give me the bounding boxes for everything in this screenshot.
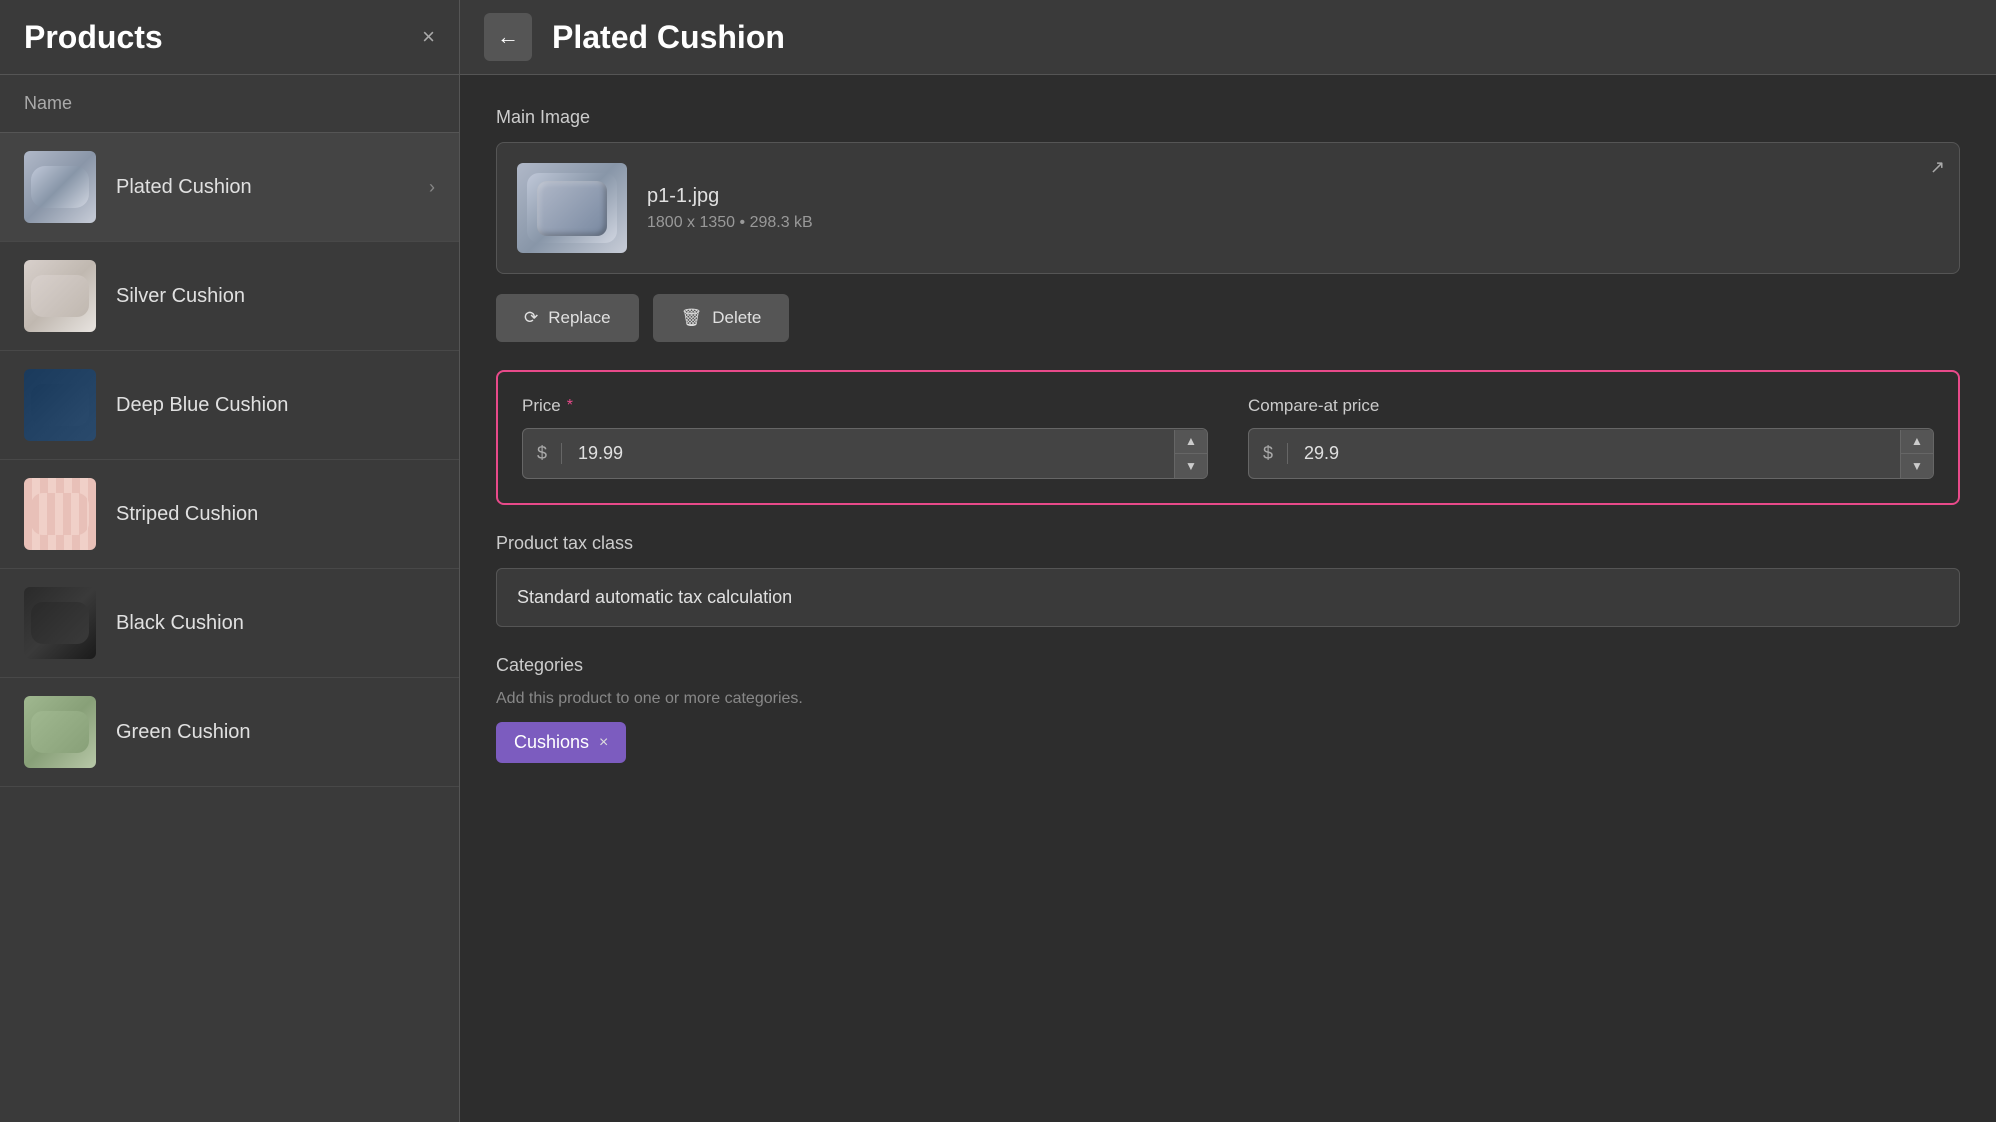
- sidebar-item-plated[interactable]: Plated Cushion ›: [0, 133, 459, 242]
- main-content: Name Plated Cushion › Silver Cushion Dee…: [0, 75, 1996, 1122]
- sidebar: Name Plated Cushion › Silver Cushion Dee…: [0, 75, 460, 1122]
- sidebar-column-name-label: Name: [24, 93, 72, 113]
- chevron-right-icon: ›: [429, 177, 435, 198]
- image-card: p1-1.jpg 1800 x 1350 • 298.3 kB ↗: [496, 142, 1960, 274]
- categories-section: Categories Add this product to one or mo…: [496, 655, 1960, 763]
- compare-price-label-text: Compare-at price: [1248, 396, 1379, 416]
- product-name-silver: Silver Cushion: [116, 285, 435, 308]
- compare-price-input[interactable]: [1288, 429, 1900, 478]
- compare-spinner-up[interactable]: ▲: [1901, 430, 1933, 454]
- tax-section: Product tax class Standard automatic tax…: [496, 533, 1960, 627]
- price-spinners: ▲ ▼: [1174, 430, 1207, 478]
- price-input-wrapper: $ ▲ ▼: [522, 428, 1208, 479]
- category-tag-close-icon[interactable]: ×: [599, 734, 608, 752]
- delete-icon: 🗑: [681, 308, 703, 328]
- thumbnail-green: [24, 696, 96, 768]
- product-name-green: Green Cushion: [116, 721, 435, 744]
- sidebar-item-deepblue[interactable]: Deep Blue Cushion: [0, 351, 459, 460]
- thumbnail-deepblue: [24, 369, 96, 441]
- product-name-black: Black Cushion: [116, 612, 435, 635]
- compare-currency: $: [1249, 443, 1288, 464]
- sidebar-item-black[interactable]: Black Cushion: [0, 569, 459, 678]
- price-label: Price *: [522, 396, 1208, 416]
- main-image-label: Main Image: [496, 107, 1960, 128]
- replace-button[interactable]: ⟳ Replace: [496, 294, 639, 342]
- price-spinner-down[interactable]: ▼: [1175, 454, 1207, 478]
- price-field-group: Price * $ ▲ ▼: [522, 396, 1208, 479]
- price-currency: $: [523, 443, 562, 464]
- image-dimensions: 1800 x 1350 • 298.3 kB: [647, 214, 1939, 232]
- close-icon[interactable]: ×: [422, 24, 435, 50]
- compare-price-input-wrapper: $ ▲ ▼: [1248, 428, 1934, 479]
- replace-label: Replace: [548, 308, 610, 328]
- delete-button[interactable]: 🗑 Delete: [653, 294, 790, 342]
- page-title: Products: [24, 19, 163, 56]
- back-button[interactable]: ←: [484, 13, 532, 61]
- sidebar-item-silver[interactable]: Silver Cushion: [0, 242, 459, 351]
- external-link-icon[interactable]: ↗: [1930, 157, 1945, 178]
- tax-dropdown[interactable]: Standard automatic tax calculation: [496, 568, 1960, 627]
- thumbnail-black: [24, 587, 96, 659]
- compare-price-spinners: ▲ ▼: [1900, 430, 1933, 478]
- sidebar-item-green[interactable]: Green Cushion: [0, 678, 459, 787]
- thumbnail-silver: [24, 260, 96, 332]
- image-filename: p1-1.jpg: [647, 185, 1939, 208]
- product-detail-title: Plated Cushion: [552, 19, 785, 56]
- image-preview: [517, 163, 627, 253]
- image-info: p1-1.jpg 1800 x 1350 • 298.3 kB: [647, 185, 1939, 232]
- price-section: Price * $ ▲ ▼ Compare-at price $: [496, 370, 1960, 505]
- required-star: *: [567, 397, 573, 415]
- product-name-deepblue: Deep Blue Cushion: [116, 394, 435, 417]
- compare-price-label: Compare-at price: [1248, 396, 1934, 416]
- categories-tags: Cushions ×: [496, 722, 1960, 763]
- tax-label: Product tax class: [496, 533, 1960, 554]
- delete-label: Delete: [712, 308, 761, 328]
- sidebar-column-header: Name: [0, 75, 459, 133]
- replace-icon: ⟳: [524, 308, 538, 328]
- category-tag-label: Cushions: [514, 732, 589, 753]
- categories-description: Add this product to one or more categori…: [496, 690, 1960, 708]
- price-label-text: Price: [522, 396, 561, 416]
- compare-price-field-group: Compare-at price $ ▲ ▼: [1248, 396, 1934, 479]
- price-spinner-up[interactable]: ▲: [1175, 430, 1207, 454]
- compare-spinner-down[interactable]: ▼: [1901, 454, 1933, 478]
- detail-panel: Main Image p1-1.jpg 1800 x 1350 • 298.3 …: [460, 75, 1996, 1122]
- header-left: Products ×: [0, 0, 460, 74]
- sidebar-item-striped[interactable]: Striped Cushion: [0, 460, 459, 569]
- top-header: Products × ← Plated Cushion: [0, 0, 1996, 75]
- product-name-plated: Plated Cushion: [116, 176, 429, 199]
- thumbnail-striped: [24, 478, 96, 550]
- category-tag-cushions[interactable]: Cushions ×: [496, 722, 626, 763]
- header-right: ← Plated Cushion: [460, 13, 1996, 61]
- categories-label: Categories: [496, 655, 1960, 676]
- product-name-striped: Striped Cushion: [116, 503, 435, 526]
- thumbnail-plated: [24, 151, 96, 223]
- price-input[interactable]: [562, 429, 1174, 478]
- action-buttons: ⟳ Replace 🗑 Delete: [496, 294, 1960, 342]
